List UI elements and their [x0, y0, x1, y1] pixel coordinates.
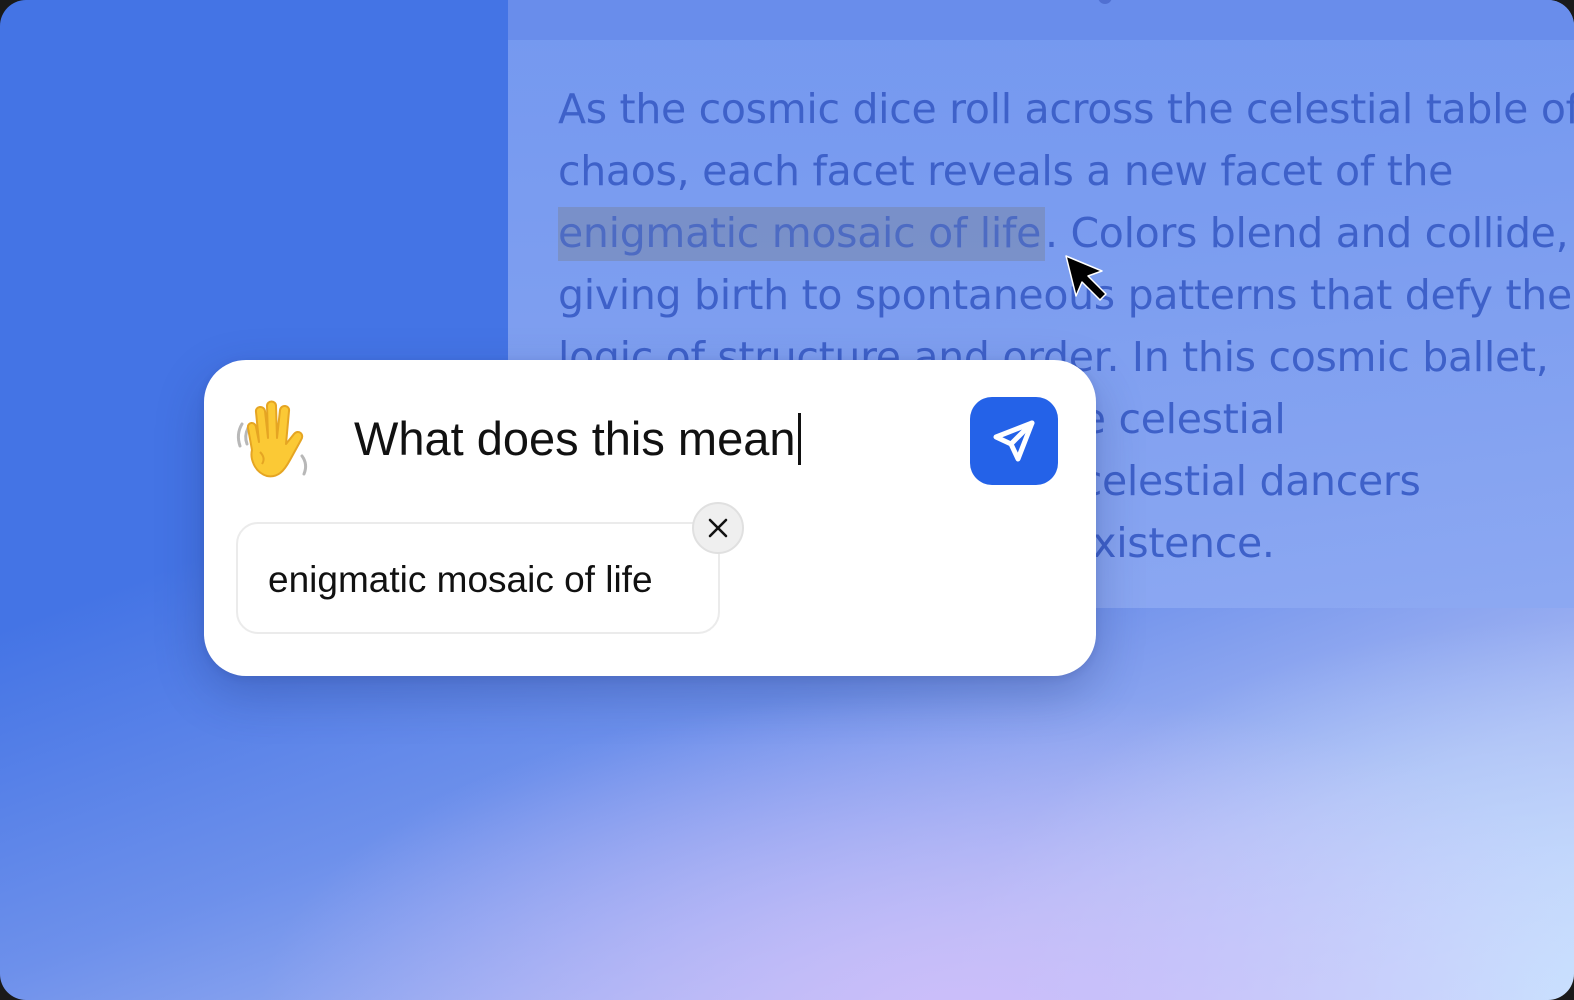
selected-text-highlight[interactable]: enigmatic mosaic of life [558, 207, 1045, 261]
remove-context-button[interactable] [692, 502, 744, 554]
ask-ai-prompt-card: What does this mean enigmatic mosaic of … [204, 360, 1096, 676]
mouse-pointer-icon [1065, 255, 1107, 301]
document-line: As the cosmic dice roll across the celes… [558, 85, 1574, 133]
document-line: chaos, each facet reveals a new facet of… [558, 147, 1454, 195]
text-caret [797, 413, 801, 465]
close-icon [708, 518, 728, 538]
document-header [508, 0, 1574, 40]
waving-hand-icon [236, 400, 308, 478]
send-arrow-icon [993, 420, 1035, 462]
send-button[interactable] [970, 397, 1058, 485]
prompt-input-value: What does this mean [354, 412, 796, 465]
context-chip[interactable]: enigmatic mosaic of life [236, 522, 720, 634]
app-canvas: As the cosmic dice roll across the celes… [0, 0, 1574, 1000]
prompt-input[interactable]: What does this mean [354, 408, 801, 470]
context-chip-label: enigmatic mosaic of life [268, 559, 653, 600]
header-text-fragment [1098, 0, 1112, 4]
